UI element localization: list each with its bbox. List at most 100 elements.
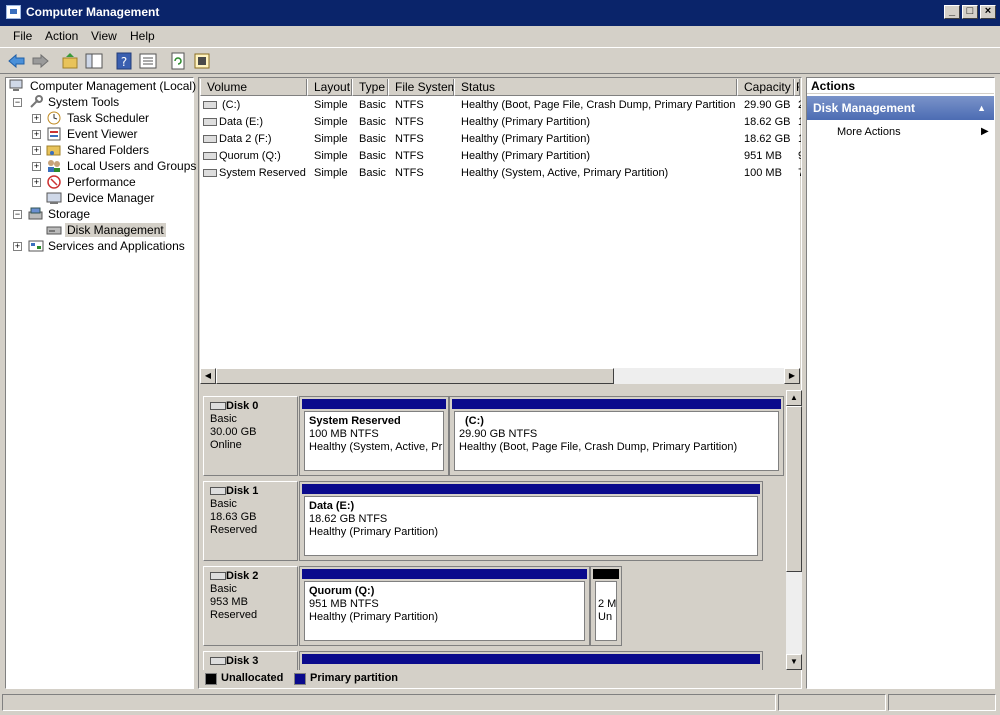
partition-system-reserved[interactable]: System Reserved 100 MB NTFS Healthy (Sys… (299, 396, 449, 476)
expand-icon[interactable]: + (32, 178, 41, 187)
disk-view-vscrollbar[interactable]: ▲ ▼ (786, 390, 802, 670)
disk-size: 18.63 GB (210, 511, 256, 523)
scroll-right-button[interactable]: ▶ (784, 368, 800, 384)
minimize-button[interactable]: _ (944, 5, 960, 19)
users-icon (46, 159, 62, 173)
cell-volume: Data 2 (F:) (219, 133, 272, 145)
disk-size: 30.00 GB (210, 426, 256, 438)
collapse-icon[interactable]: − (13, 98, 22, 107)
primary-partition-bar (302, 399, 446, 409)
primary-partition-bar (302, 484, 760, 494)
scroll-down-button[interactable]: ▼ (786, 654, 802, 670)
title-bar[interactable]: Computer Management _ □ × (0, 0, 1000, 26)
partition-size: 18.62 GB NTFS (309, 513, 753, 526)
menu-file[interactable]: File (13, 29, 32, 43)
status-bar (0, 692, 1000, 713)
column-free-space[interactable]: F (794, 79, 800, 96)
unallocated-bar (593, 569, 619, 579)
collapse-up-icon[interactable]: ▲ (977, 96, 986, 120)
expand-icon[interactable]: + (13, 242, 22, 251)
actions-section-disk-management[interactable]: Disk Management ▲ (807, 96, 994, 120)
cell-capacity: 951 MB (744, 150, 782, 162)
back-arrow-icon[interactable] (7, 51, 27, 71)
volume-list-hscrollbar[interactable]: ◀ ▶ (200, 368, 800, 384)
cell-status: Healthy (Primary Partition) (461, 133, 735, 145)
menu-view[interactable]: View (91, 29, 117, 43)
table-row[interactable]: Quorum (Q:) Simple Basic NTFS Healthy (P… (200, 148, 800, 165)
partition-size: 2 M (598, 598, 614, 611)
disk-3-info[interactable]: Disk 3 (203, 651, 298, 670)
close-button[interactable]: × (980, 5, 996, 19)
scroll-up-button[interactable]: ▲ (786, 390, 802, 406)
partition-size: 951 MB NTFS (309, 598, 580, 611)
cell-layout: Simple (314, 150, 348, 162)
table-row[interactable]: System Reserved Simple Basic NTFS Health… (200, 165, 800, 182)
properties-icon[interactable] (138, 51, 158, 71)
more-actions-item[interactable]: More Actions (837, 126, 901, 138)
partition-size: 29.90 GB NTFS (459, 428, 774, 441)
up-folder-icon[interactable] (60, 51, 80, 71)
cell-free-space: 9 (798, 150, 801, 162)
legend-unallocated: Unallocated (221, 672, 283, 684)
expand-icon[interactable]: + (32, 114, 41, 123)
column-status[interactable]: Status (454, 79, 737, 96)
disk-icon (210, 487, 226, 495)
disk-size: 953 MB (210, 596, 248, 608)
cell-status: Healthy (Primary Partition) (461, 150, 735, 162)
partition-c[interactable]: (C:) 29.90 GB NTFS Healthy (Boot, Page F… (449, 396, 784, 476)
event-viewer-icon (46, 127, 62, 141)
cell-type: Basic (359, 99, 386, 111)
disk-state: Reserved (210, 609, 257, 621)
actions-header: Actions (807, 78, 994, 94)
disk-1-info[interactable]: Disk 1 Basic 18.63 GB Reserved (203, 481, 298, 561)
storage-icon (28, 207, 44, 221)
maximize-button[interactable]: □ (962, 5, 978, 19)
partition-quorum-q[interactable]: Quorum (Q:) 951 MB NTFS Healthy (Primary… (299, 566, 590, 646)
show-hide-tree-icon[interactable] (84, 51, 104, 71)
refresh-icon[interactable] (168, 51, 188, 71)
collapse-icon[interactable]: − (13, 210, 22, 219)
forward-arrow-icon[interactable] (30, 51, 50, 71)
help-icon[interactable]: ? (114, 51, 134, 71)
column-file-system[interactable]: File System (388, 79, 454, 96)
disk-name: Disk 1 (226, 485, 258, 497)
column-layout[interactable]: Layout (307, 79, 352, 96)
disk-0-info[interactable]: Disk 0 Basic 30.00 GB Online (203, 396, 298, 476)
tree-label-task-scheduler: Task Scheduler (67, 111, 149, 125)
cell-free-space: 1 (798, 116, 801, 128)
primary-partition-bar (452, 399, 781, 409)
scroll-thumb[interactable] (216, 368, 614, 384)
tree-label-device-manager: Device Manager (67, 191, 154, 205)
cell-volume: Quorum (Q:) (219, 150, 281, 162)
expand-icon[interactable]: + (32, 130, 41, 139)
partition-data-e[interactable]: Data (E:) 18.62 GB NTFS Healthy (Primary… (299, 481, 763, 561)
menu-action[interactable]: Action (45, 29, 78, 43)
cell-capacity: 100 MB (744, 167, 782, 179)
partition-status: Healthy (Primary Partition) (309, 526, 753, 539)
column-type[interactable]: Type (352, 79, 388, 96)
actions-pane: Actions Disk Management ▲ More Actions ▶ (806, 77, 995, 689)
table-row[interactable]: Data 2 (F:) Simple Basic NTFS Healthy (P… (200, 131, 800, 148)
expand-icon[interactable]: + (32, 146, 41, 155)
partition-unallocated[interactable]: 2 M Un (590, 566, 622, 646)
drive-icon (203, 101, 217, 109)
column-volume[interactable]: Volume (200, 79, 307, 96)
table-row[interactable]: Data (E:) Simple Basic NTFS Healthy (Pri… (200, 114, 800, 131)
disk-name: Disk 2 (226, 570, 258, 582)
menu-help[interactable]: Help (130, 29, 155, 43)
partition-status: Healthy (System, Active, Pr (309, 441, 439, 454)
primary-partition-bar (302, 569, 587, 579)
cell-free-space: 7 (798, 167, 801, 179)
scroll-thumb[interactable] (786, 406, 802, 572)
expand-icon[interactable]: + (32, 162, 41, 171)
partition-disk-3[interactable] (299, 651, 763, 670)
column-capacity[interactable]: Capacity (737, 79, 794, 96)
tree-label-storage: Storage (48, 207, 90, 221)
export-icon[interactable] (192, 51, 212, 71)
table-row[interactable]: (C:) Simple Basic NTFS Healthy (Boot, Pa… (200, 97, 800, 114)
volume-list: Volume Layout Type File System Status Ca… (200, 79, 800, 379)
cell-capacity: 18.62 GB (744, 133, 790, 145)
disk-2-info[interactable]: Disk 2 Basic 953 MB Reserved (203, 566, 298, 646)
scroll-left-button[interactable]: ◀ (200, 368, 216, 384)
cell-status: Healthy (Boot, Page File, Crash Dump, Pr… (461, 99, 735, 111)
